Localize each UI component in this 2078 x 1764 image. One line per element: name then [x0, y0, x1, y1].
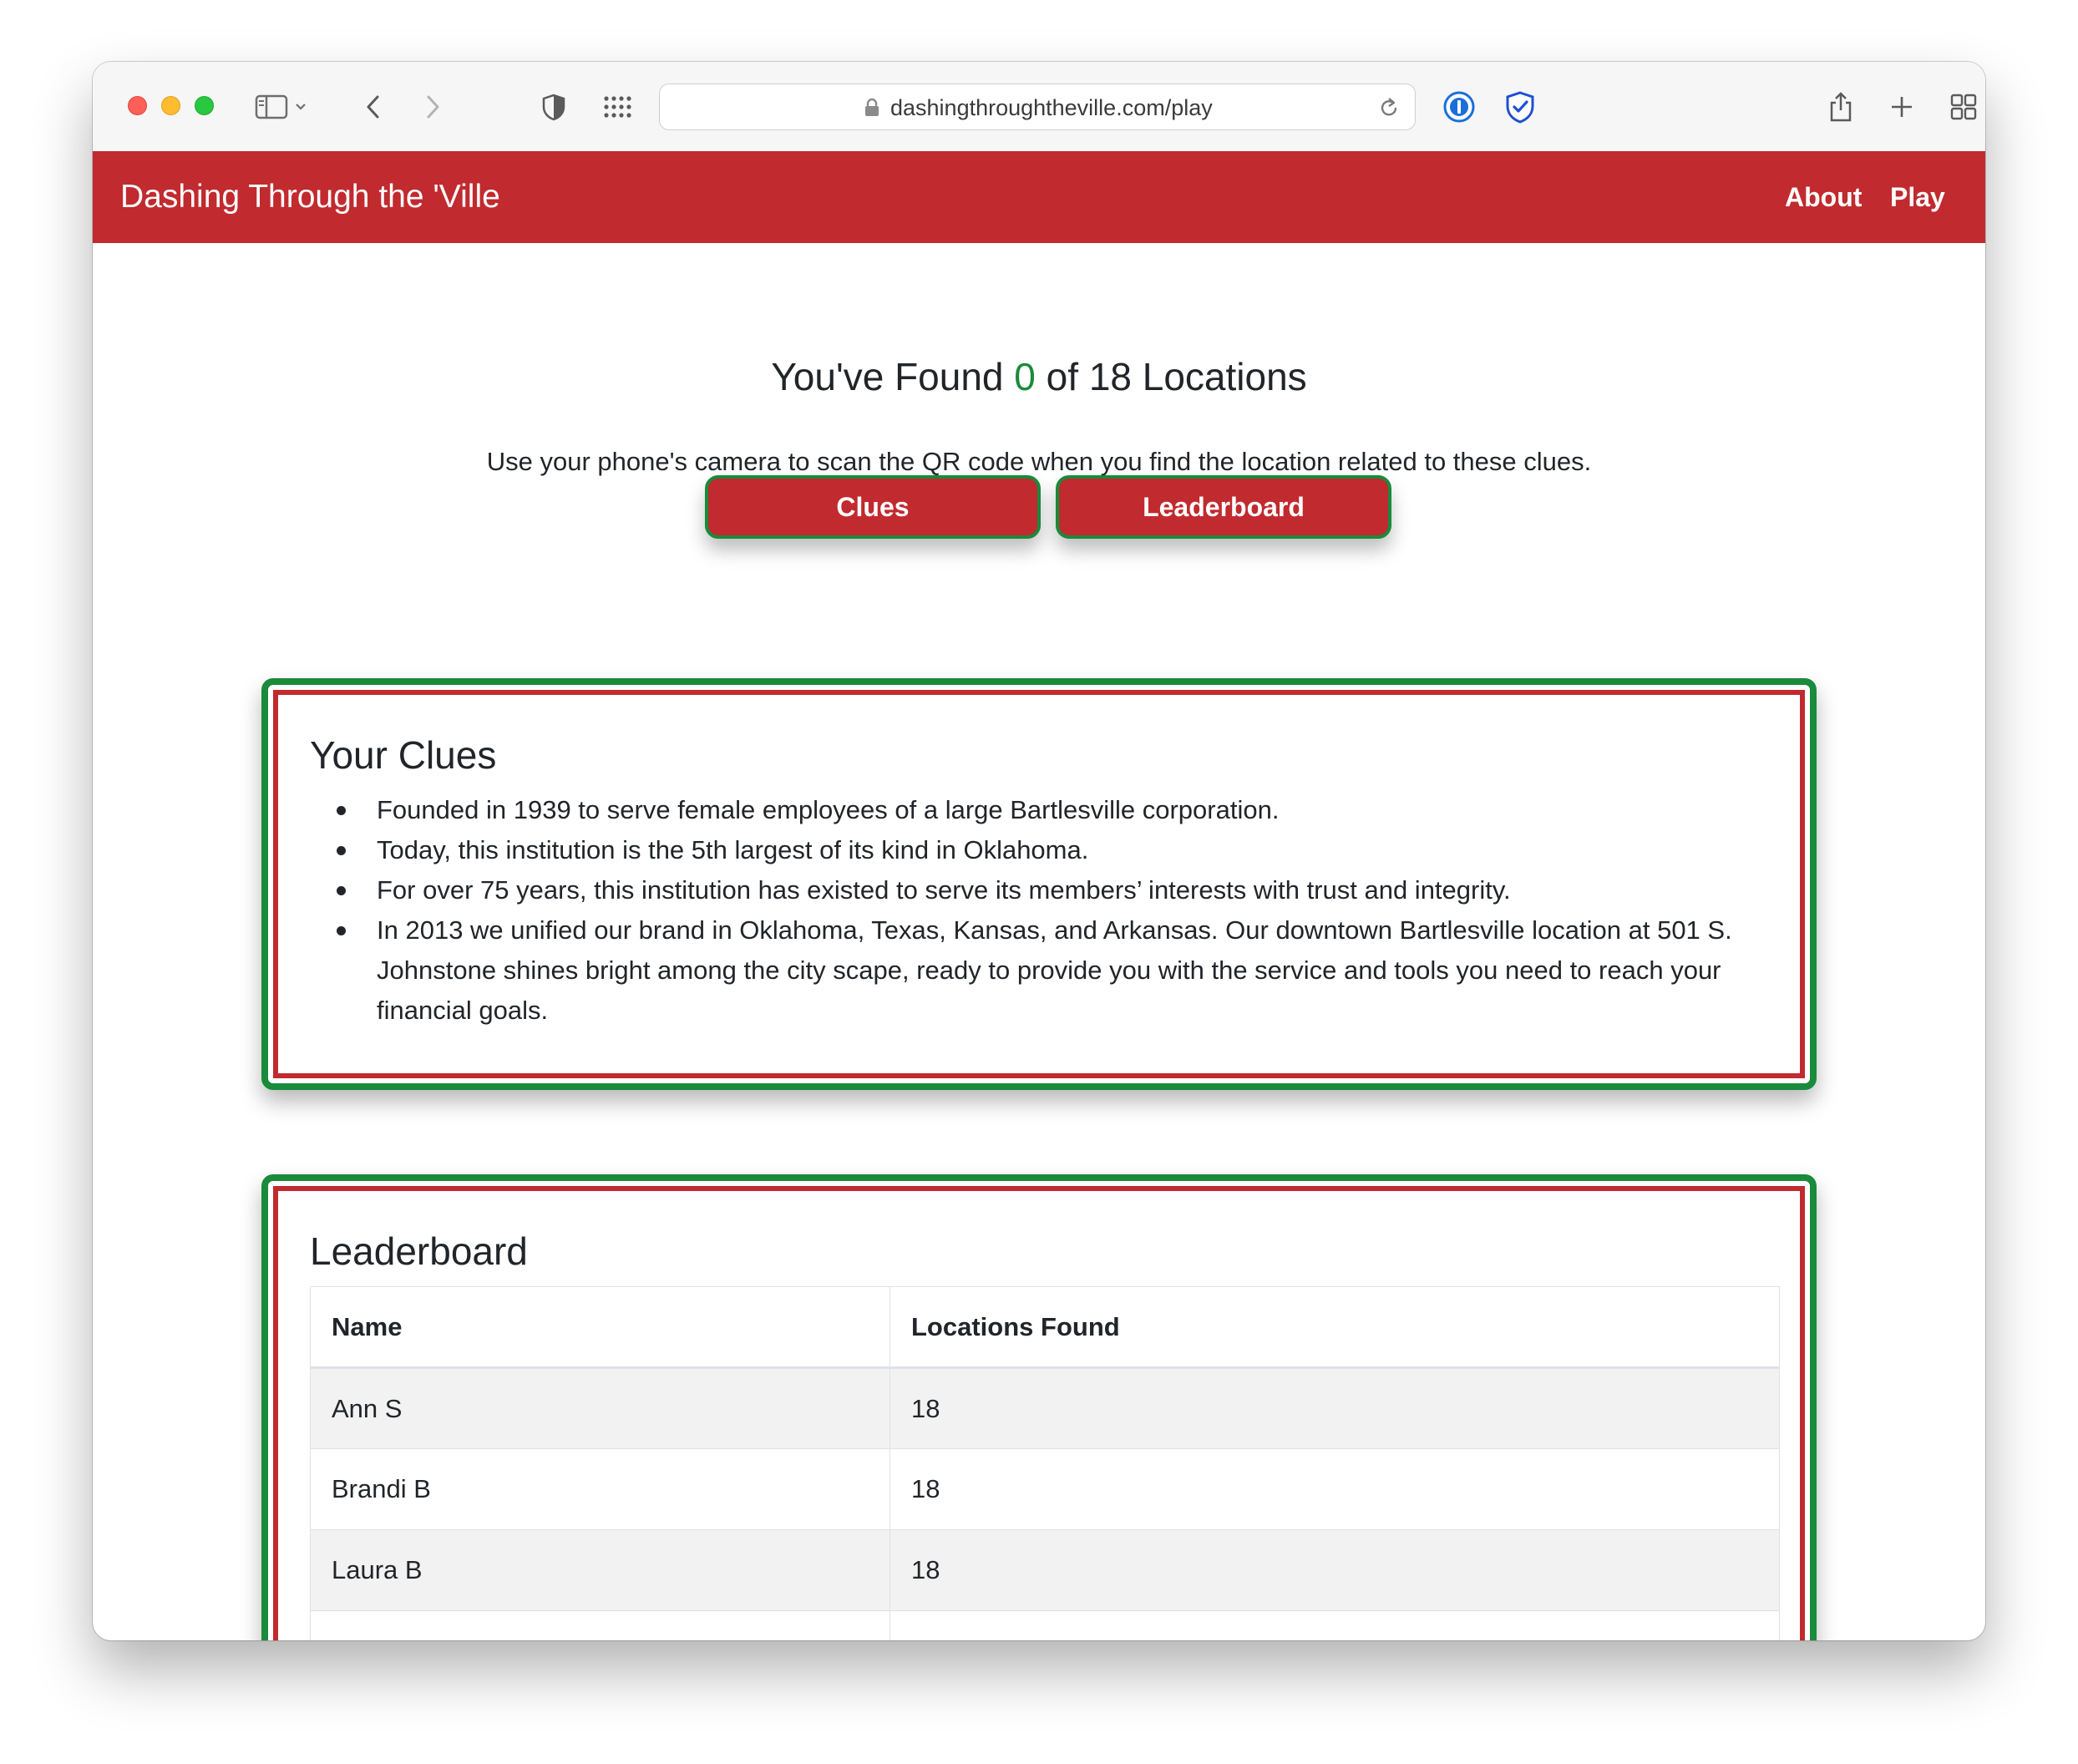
clues-card: Your Clues Founded in 1939 to serve fema…: [261, 678, 1817, 1090]
clue-item: Founded in 1939 to serve female employee…: [337, 790, 1780, 830]
page-content: You've Found 0 of 18 Locations Use your …: [93, 243, 1985, 1640]
table-row: Laura B 18: [310, 1529, 1780, 1611]
clue-item: In 2013 we unified our brand in Oklahoma…: [337, 910, 1780, 1031]
site-navbar: Dashing Through the 'Ville About Play: [93, 151, 1985, 243]
clues-title: Your Clues: [310, 733, 497, 777]
lock-icon: [864, 98, 880, 122]
share-icon[interactable]: [1817, 84, 1864, 130]
site-brand[interactable]: Dashing Through the 'Ville: [120, 151, 500, 243]
locations-found: 18: [889, 1448, 1780, 1530]
password-manager-icon[interactable]: [1436, 84, 1482, 130]
table-header-row: Name Locations Found: [310, 1286, 1780, 1369]
clues-card-body: Your Clues Founded in 1939 to serve fema…: [273, 690, 1805, 1078]
minimize-window-button[interactable]: [161, 96, 180, 115]
leaderboard-title: Leaderboard: [310, 1229, 528, 1273]
table-row: Brandi B 18: [310, 1448, 1780, 1530]
column-header-locations-found: Locations Found: [889, 1286, 1780, 1369]
locations-found: 18: [889, 1610, 1780, 1640]
extensions-grid-icon[interactable]: [595, 84, 641, 130]
progress-heading: You've Found 0 of 18 Locations: [93, 353, 1985, 400]
leaderboard-button[interactable]: Leaderboard: [1056, 475, 1391, 539]
clue-item: For over 75 years, this institution has …: [337, 870, 1780, 910]
shield-privacy-icon[interactable]: [530, 84, 577, 130]
table-row: Madison L 18: [310, 1610, 1780, 1640]
heading-suffix: of 18 Locations: [1035, 355, 1307, 398]
new-tab-plus-icon[interactable]: [1878, 84, 1925, 130]
player-name: Brandi B: [310, 1448, 890, 1530]
locations-found: 18: [889, 1529, 1780, 1611]
tab-overview-icon[interactable]: [1940, 84, 1985, 130]
leaderboard-card: Leaderboard Name Locations Found Ann S 1…: [261, 1174, 1817, 1640]
player-name: Laura B: [310, 1529, 890, 1611]
heading-prefix: You've Found: [771, 355, 1015, 398]
column-header-name: Name: [310, 1286, 890, 1369]
shield-check-icon[interactable]: [1497, 84, 1543, 130]
found-count: 0: [1014, 355, 1036, 398]
chevron-down-icon[interactable]: [288, 84, 313, 130]
url-text: dashingthroughtheville.com/play: [890, 95, 1213, 120]
back-arrow-icon[interactable]: [350, 84, 397, 130]
clue-list: Founded in 1939 to serve female employee…: [310, 790, 1780, 1031]
reload-icon[interactable]: [1378, 96, 1400, 124]
clue-item: Today, this institution is the 5th large…: [337, 830, 1780, 870]
table-row: Ann S 18: [310, 1367, 1780, 1449]
player-name: Madison L: [310, 1610, 890, 1640]
leaderboard-card-body: Leaderboard Name Locations Found Ann S 1…: [273, 1186, 1805, 1640]
player-name: Ann S: [310, 1367, 890, 1449]
nav-link-about[interactable]: About: [1785, 151, 1862, 243]
browser-window: dashingthroughtheville.com/play Dashing …: [93, 62, 1985, 1640]
close-window-button[interactable]: [128, 96, 147, 115]
locations-found: 18: [889, 1367, 1780, 1449]
address-bar[interactable]: dashingthroughtheville.com/play: [659, 84, 1416, 130]
browser-toolbar: dashingthroughtheville.com/play: [93, 62, 1985, 152]
forward-arrow-icon[interactable]: [409, 84, 456, 130]
nav-link-play[interactable]: Play: [1890, 151, 1945, 243]
clues-button[interactable]: Clues: [705, 475, 1041, 539]
scan-instructions: Use your phone's camera to scan the QR c…: [486, 447, 1592, 476]
leaderboard-table: Name Locations Found Ann S 18 Brandi B 1…: [310, 1286, 1780, 1640]
zoom-window-button[interactable]: [195, 96, 214, 115]
